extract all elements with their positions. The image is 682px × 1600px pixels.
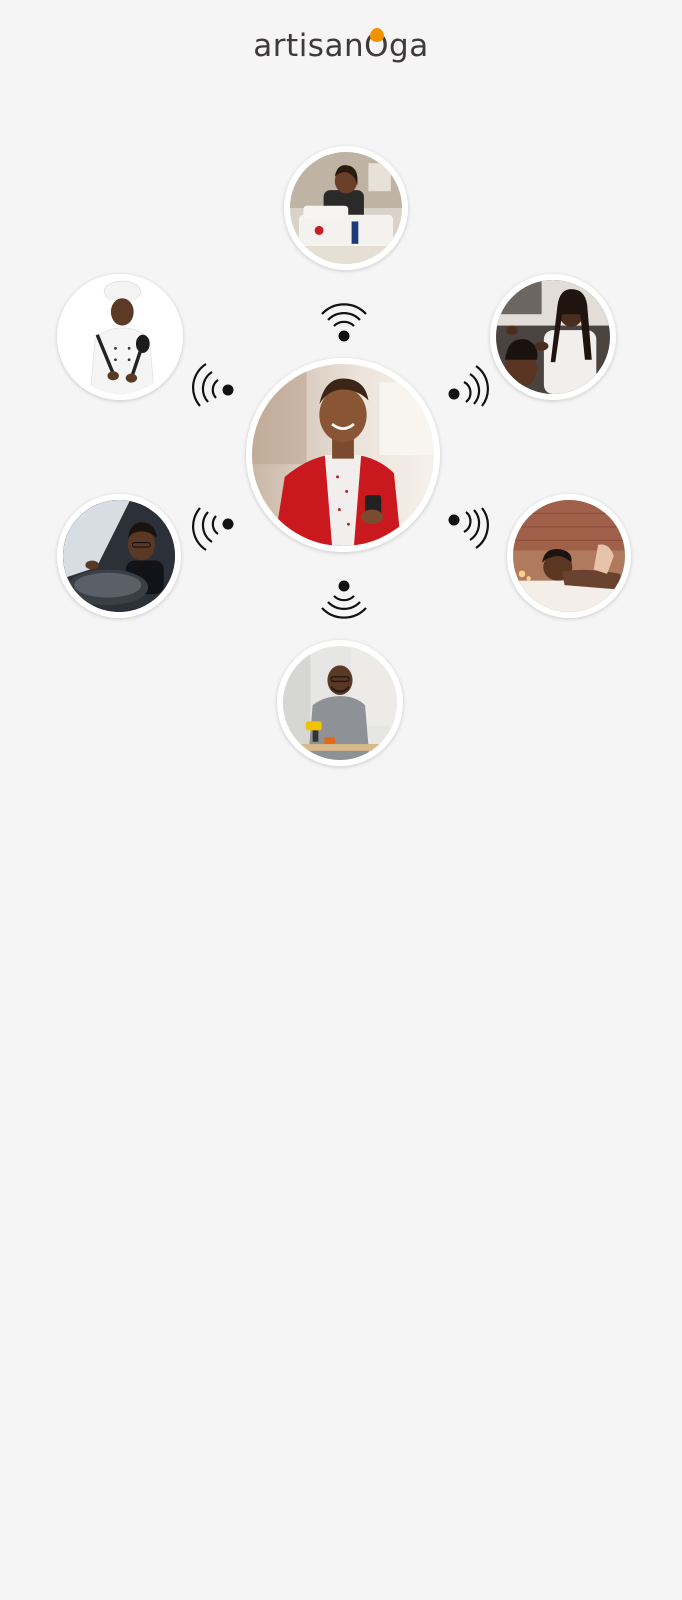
driver-avatar (57, 494, 181, 618)
logo-text-artisan: artisan (253, 28, 365, 64)
tailor-avatar (284, 146, 408, 270)
wifi-signal-icon (188, 360, 244, 416)
logo-text-o: O (364, 22, 389, 70)
wifi-signal-icon (188, 502, 244, 558)
logo-text-ga: ga (389, 28, 429, 64)
wifi-signal-icon (440, 502, 496, 558)
hair-braider-avatar (490, 274, 616, 400)
carpenter-avatar (277, 640, 403, 766)
customer-avatar (246, 358, 440, 552)
splash-screen: artisanOga (0, 0, 682, 1600)
spa-massage-avatar (507, 494, 631, 618)
wifi-signal-icon (316, 296, 372, 352)
wifi-signal-icon (440, 360, 496, 416)
wifi-signal-icon (316, 572, 372, 628)
brand-logo: artisanOga (0, 22, 682, 70)
chef-avatar (57, 274, 183, 400)
